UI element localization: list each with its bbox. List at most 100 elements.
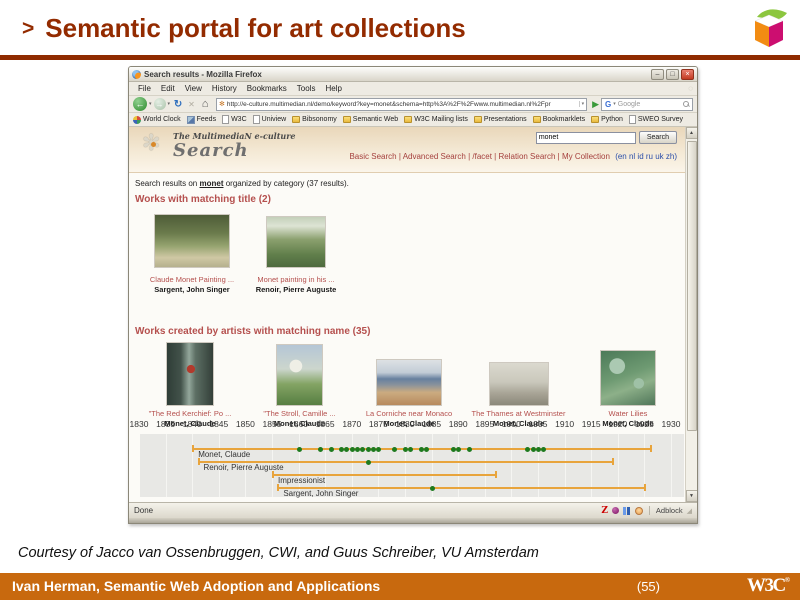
menu-item[interactable]: Tools (292, 84, 321, 93)
bookmark-item[interactable]: W3C Mailing lists (404, 116, 468, 123)
bookmark-item[interactable]: World Clock (133, 116, 181, 124)
artwork-thumbnail[interactable] (277, 345, 322, 405)
menu-item[interactable]: View (180, 84, 207, 93)
artwork-title-link[interactable]: Water Lilies (602, 409, 653, 419)
timeline-dot[interactable] (366, 447, 371, 452)
bookmark-item[interactable]: Bookmarklets (533, 116, 585, 123)
timeline-dot[interactable] (467, 447, 472, 452)
footer-author: Ivan Herman, Semantic Web Adoption and A… (12, 578, 380, 594)
window-titlebar[interactable]: Search results - Mozilla Firefox – □ × (129, 67, 697, 82)
site-nav-link[interactable]: Advanced Search (397, 152, 466, 161)
timeline-year-label: 1835 (156, 419, 175, 429)
bookmark-item[interactable]: Uniview (253, 115, 287, 124)
bookmark-item[interactable]: SWEO Survey (629, 115, 683, 124)
timeline-dot[interactable] (339, 447, 344, 452)
google-dropdown-icon[interactable]: ▾ (613, 101, 616, 107)
bookmark-item[interactable]: Bibsonomy (292, 116, 337, 123)
section-heading-title-matches: Works with matching title (2) (135, 194, 271, 205)
artwork-title-link[interactable]: La Corniche near Monaco (366, 409, 452, 419)
site-nav-link[interactable]: Basic Search (349, 152, 396, 161)
search-input[interactable] (536, 132, 636, 144)
timeline-dot[interactable] (541, 447, 546, 452)
site-nav-link[interactable]: Relation Search (492, 152, 555, 161)
bookmark-label: Python (601, 116, 623, 123)
timeline-dot[interactable] (451, 447, 456, 452)
timeline-dot[interactable] (408, 447, 413, 452)
timeline-dot[interactable] (297, 447, 302, 452)
purple-dot-icon[interactable] (612, 507, 619, 514)
timeline-dot[interactable] (424, 447, 429, 452)
bookmark-item[interactable]: Semantic Web (343, 116, 398, 123)
timeline-dot[interactable] (430, 486, 435, 491)
scroll-down-icon[interactable]: ▼ (686, 490, 698, 502)
timeline-dot[interactable] (355, 447, 360, 452)
go-button[interactable]: ▶ (592, 99, 599, 110)
menu-item[interactable]: Help (320, 84, 346, 93)
site-nav-link[interactable]: My Collection (555, 152, 610, 161)
menu-item[interactable]: File (133, 84, 156, 93)
artwork-thumbnail[interactable] (377, 360, 441, 405)
artwork-title-link[interactable]: Monet painting in his ... (256, 275, 337, 285)
bookmark-item[interactable]: Feeds (187, 116, 216, 124)
menu-item[interactable]: Bookmarks (242, 84, 292, 93)
resize-grip-icon[interactable]: ◢ (687, 507, 692, 515)
artwork-title-link[interactable]: The Thames at Westminster (472, 409, 566, 419)
menu-item[interactable]: Edit (156, 84, 180, 93)
bookmark-item[interactable]: Python (591, 116, 623, 123)
timeline-dot[interactable] (318, 447, 323, 452)
stats-bars-icon[interactable] (623, 507, 631, 515)
timeline-dot[interactable] (536, 447, 541, 452)
close-button[interactable]: × (681, 69, 694, 80)
artwork-thumbnail[interactable] (601, 351, 655, 405)
menu-item[interactable]: History (207, 84, 242, 93)
address-url[interactable]: http://e-culture.multimedian.nl/demo/key… (227, 101, 579, 108)
zotero-icon[interactable]: Z (601, 506, 608, 516)
timeline-dot[interactable] (456, 447, 461, 452)
stop-button[interactable]: ✕ (186, 100, 197, 109)
scroll-up-icon[interactable]: ▲ (686, 127, 698, 139)
address-dropdown-icon[interactable]: ▾ (579, 101, 585, 107)
address-bar[interactable]: ✻ http://e-culture.multimedian.nl/demo/k… (216, 98, 587, 111)
back-dropdown-icon[interactable]: ▾ (149, 101, 152, 107)
reload-button[interactable]: ↻ (172, 99, 184, 110)
artwork-thumbnail[interactable] (167, 343, 213, 405)
bookmark-item[interactable]: Presentations (474, 116, 527, 123)
timeline-dot[interactable] (350, 447, 355, 452)
timeline-dot[interactable] (376, 447, 381, 452)
google-search-box[interactable]: G ▾ Google (601, 98, 693, 111)
artwork-title-link[interactable]: Claude Monet Painting ... (150, 275, 234, 285)
site-nav-link[interactable]: /facet (466, 152, 492, 161)
magnifier-icon[interactable] (683, 101, 689, 107)
keyword-link[interactable]: monet (199, 179, 223, 188)
timeline-dot[interactable] (525, 447, 530, 452)
timeline-bar-end-tick (192, 445, 194, 452)
bookmark-label: W3C (231, 116, 247, 123)
back-button[interactable]: ← (133, 97, 147, 111)
timeline-dot[interactable] (371, 447, 376, 452)
artwork-thumbnail[interactable] (155, 215, 229, 267)
artwork-thumbnail[interactable] (267, 217, 325, 267)
timeline-dot[interactable] (329, 447, 334, 452)
scrollbar-thumb[interactable] (687, 141, 697, 431)
artwork-thumbnail[interactable] (490, 363, 548, 405)
search-button[interactable]: Search (639, 131, 677, 144)
page-scrollbar[interactable]: ▲ ▼ (685, 127, 697, 502)
artwork-thumb-wrap (577, 341, 679, 405)
face-icon[interactable] (635, 507, 643, 515)
timeline-dot[interactable] (403, 447, 408, 452)
adblock-label[interactable]: Adblock (649, 506, 683, 515)
maximize-button[interactable]: □ (666, 69, 679, 80)
timeline-dot[interactable] (392, 447, 397, 452)
google-search-placeholder[interactable]: Google (618, 101, 681, 108)
timeline-dot[interactable] (366, 460, 371, 465)
forward-dropdown-icon[interactable]: ▾ (168, 101, 171, 107)
bookmark-item[interactable]: W3C (222, 115, 247, 124)
artwork-title-link[interactable]: "The Red Kerchief: Po ... (149, 409, 232, 419)
home-button[interactable]: ⌂ (199, 98, 211, 110)
minimize-button[interactable]: – (651, 69, 664, 80)
forward-button[interactable]: → (154, 98, 166, 110)
timeline-dot[interactable] (419, 447, 424, 452)
timeline-dot[interactable] (531, 447, 536, 452)
language-links[interactable]: (en nl id ru uk zh) (615, 152, 677, 161)
artwork-title-link[interactable]: "The Stroll, Camille ... (263, 409, 335, 419)
